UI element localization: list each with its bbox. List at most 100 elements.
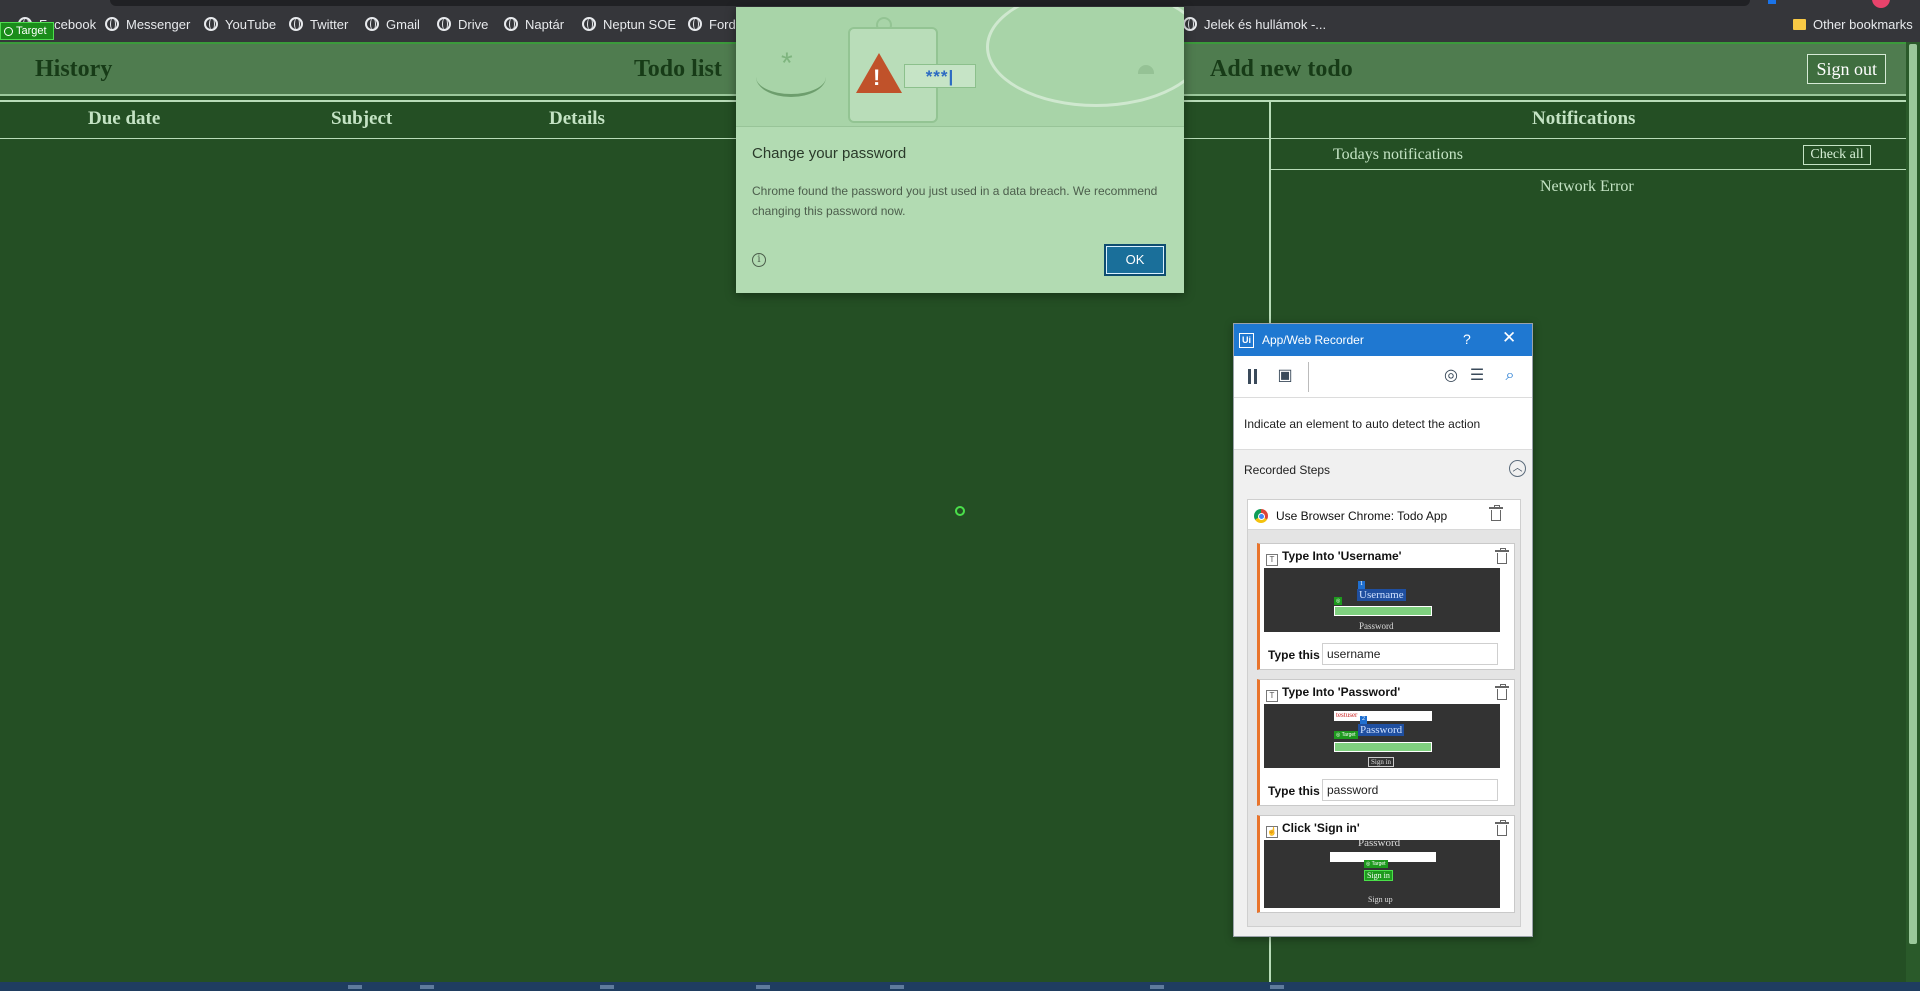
bookmark-twitter[interactable]: Twitter bbox=[289, 14, 348, 34]
notifications-divider bbox=[1271, 169, 1906, 170]
bookmark-naptar[interactable]: Naptár bbox=[504, 14, 564, 34]
close-icon[interactable]: ✕ bbox=[1502, 328, 1516, 348]
address-bar-edge bbox=[110, 0, 1750, 6]
badge-icon: 1 bbox=[1358, 581, 1365, 589]
uipath-logo-icon: Ui bbox=[1239, 333, 1254, 348]
trash-icon[interactable] bbox=[1495, 684, 1509, 700]
globe-icon bbox=[437, 17, 451, 31]
step-click-sign-in[interactable]: ☝ Click 'Sign in' Password ◎ Target Sign … bbox=[1257, 815, 1515, 913]
bookmark-label: Other bookmarks bbox=[1813, 16, 1913, 32]
taskbar-app[interactable] bbox=[890, 985, 904, 989]
folder-icon bbox=[1793, 18, 1806, 30]
bookmark-label: Messenger bbox=[126, 16, 191, 32]
recorded-steps-heading: Recorded Steps bbox=[1244, 463, 1331, 477]
nav-history[interactable]: History bbox=[35, 56, 112, 83]
recorder-toolbar: ▣ ◎ ☰ ⌕ bbox=[1234, 356, 1532, 398]
globe-icon bbox=[582, 17, 596, 31]
dialog-body: Chrome found the password you just used … bbox=[752, 184, 1158, 218]
bookmark-label: Gmail bbox=[386, 16, 420, 32]
taskbar-app[interactable] bbox=[1270, 985, 1284, 989]
app-web-recorder: Ui App/Web Recorder ? ✕ ▣ ◎ ☰ ⌕ Indicate… bbox=[1233, 323, 1533, 937]
bookmark-neptun[interactable]: Neptun SOE bbox=[582, 14, 676, 34]
recorder-titlebar[interactable]: Ui App/Web Recorder ? ✕ bbox=[1234, 324, 1532, 356]
taskbar bbox=[0, 982, 1920, 991]
step-title: T Type Into 'Password' bbox=[1266, 685, 1400, 702]
notifications-title: Notifications bbox=[1532, 108, 1636, 129]
mock-username-field: testuser bbox=[1334, 711, 1432, 721]
taskbar-app[interactable] bbox=[600, 985, 614, 989]
bookmark-other[interactable]: Other bookmarks bbox=[1793, 14, 1913, 34]
dialog-title: Change your password bbox=[752, 145, 907, 162]
trash-icon[interactable] bbox=[1489, 505, 1503, 521]
scope-title: Use Browser Chrome: Todo App bbox=[1276, 509, 1448, 523]
step-type-password[interactable]: T Type Into 'Password' testuser 2 Passwor… bbox=[1257, 679, 1515, 806]
taskbar-app[interactable] bbox=[756, 985, 770, 989]
warning-mark: ! bbox=[873, 65, 881, 90]
globe-icon bbox=[365, 17, 379, 31]
bookmark-messenger[interactable]: Messenger bbox=[105, 14, 190, 34]
mock-field bbox=[1334, 742, 1432, 752]
target-badge: Target bbox=[0, 22, 54, 40]
pause-icon[interactable] bbox=[1243, 366, 1263, 386]
recorder-title: App/Web Recorder bbox=[1262, 333, 1364, 347]
password-breach-illustration: * ! ***| bbox=[736, 7, 1184, 127]
taskbar-app[interactable] bbox=[420, 985, 434, 989]
target-settings-icon[interactable]: ◎ bbox=[1441, 366, 1461, 386]
bookmark-jelek[interactable]: Jelek és hullámok -... bbox=[1183, 14, 1326, 34]
steps-list-icon[interactable]: ☰ bbox=[1467, 366, 1487, 386]
type-into-icon: T bbox=[1266, 554, 1278, 566]
toolbar-separator bbox=[1308, 362, 1309, 392]
globe-icon bbox=[289, 17, 303, 31]
step-title: ☝ Click 'Sign in' bbox=[1266, 821, 1360, 838]
trash-icon[interactable] bbox=[1495, 548, 1509, 564]
page-scrollbar[interactable] bbox=[1906, 42, 1920, 982]
scroll-thumb[interactable] bbox=[1909, 44, 1917, 944]
type-this-row: Type this password bbox=[1264, 779, 1500, 803]
ok-button[interactable]: OK bbox=[1104, 244, 1166, 276]
type-this-label: Type this bbox=[1268, 784, 1320, 798]
highlight-label: Username bbox=[1357, 589, 1406, 601]
trash-icon[interactable] bbox=[1495, 820, 1509, 836]
type-into-icon: T bbox=[1266, 690, 1278, 702]
mock-caption: Password bbox=[1359, 621, 1394, 631]
type-this-input[interactable]: password bbox=[1322, 779, 1498, 801]
bookmark-youtube[interactable]: YouTube bbox=[204, 14, 276, 34]
check-all-button[interactable]: Check all bbox=[1803, 145, 1871, 165]
badge-icon: 2 bbox=[1360, 716, 1367, 724]
type-this-row: Type this username bbox=[1264, 643, 1500, 667]
nav-todo-list[interactable]: Todo list bbox=[634, 56, 722, 83]
taskbar-app[interactable] bbox=[348, 985, 362, 989]
step-type-username[interactable]: T Type Into 'Username' 1 Username ◎ Passw… bbox=[1257, 543, 1515, 670]
todays-notifications: Todays notifications bbox=[1333, 146, 1463, 163]
indicate-element-panel: Indicate an element to auto detect the a… bbox=[1234, 398, 1532, 450]
browser-scope-step[interactable]: Use Browser Chrome: Todo App bbox=[1248, 500, 1520, 530]
help-icon[interactable]: ? bbox=[1463, 331, 1471, 347]
bookmark-gmail[interactable]: Gmail bbox=[365, 14, 420, 34]
step-title-text: Type Into 'Password' bbox=[1282, 685, 1401, 699]
bookmark-label: Drive bbox=[458, 16, 489, 32]
globe-icon bbox=[504, 17, 518, 31]
type-this-input[interactable]: username bbox=[1322, 643, 1498, 665]
type-this-label: Type this bbox=[1268, 648, 1320, 662]
bookmark-ford[interactable]: Ford bbox=[688, 14, 736, 34]
sign-out-button[interactable]: Sign out bbox=[1807, 54, 1886, 84]
info-icon[interactable]: i bbox=[752, 253, 766, 267]
step-screenshot: 1 Username ◎ Password bbox=[1264, 568, 1500, 632]
click-icon: ☝ bbox=[1266, 826, 1278, 838]
step-title-text: Click 'Sign in' bbox=[1282, 821, 1360, 835]
bookmark-drive[interactable]: Drive bbox=[437, 14, 488, 34]
bookmark-label: Ford bbox=[709, 16, 736, 32]
collapse-icon[interactable]: ︿ bbox=[1509, 460, 1526, 477]
taskbar-app[interactable] bbox=[1150, 985, 1164, 989]
chrome-icon bbox=[1254, 509, 1268, 523]
network-error: Network Error bbox=[1540, 178, 1634, 195]
nav-add-new-todo[interactable]: Add new todo bbox=[1210, 56, 1353, 83]
step-title: T Type Into 'Username' bbox=[1266, 549, 1402, 566]
profile-avatar[interactable] bbox=[1872, 0, 1890, 8]
step-screenshot: Password ◎ Target Sign in Sign up bbox=[1264, 840, 1500, 908]
target-marker: ◎ Target bbox=[1334, 731, 1358, 739]
screenshot-icon[interactable]: ⌕ bbox=[1500, 366, 1520, 386]
save-icon[interactable]: ▣ bbox=[1275, 366, 1295, 386]
extension-icon[interactable] bbox=[1768, 0, 1776, 4]
asterisk-icon: * bbox=[781, 47, 793, 80]
